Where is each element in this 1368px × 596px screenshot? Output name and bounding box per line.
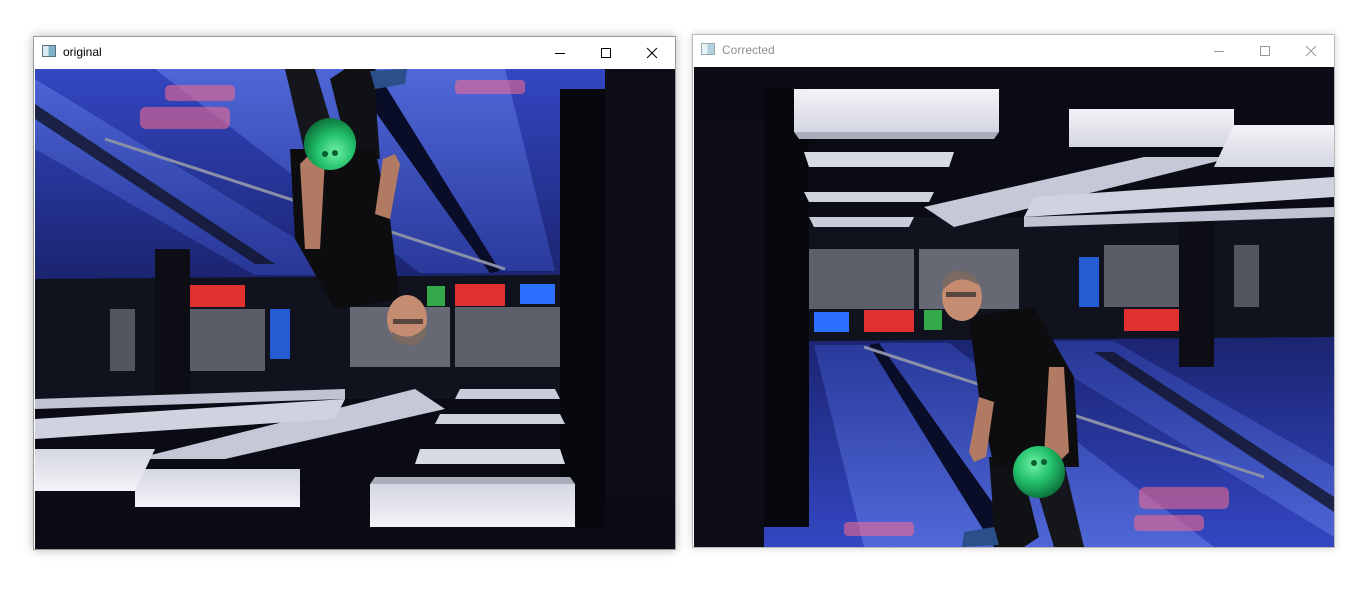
app-icon [42, 45, 56, 57]
minimize-icon [1214, 50, 1224, 52]
maximize-button[interactable] [1242, 35, 1288, 66]
close-button[interactable] [629, 37, 675, 68]
image-canvas [694, 67, 1334, 547]
minimize-button[interactable] [537, 37, 583, 68]
maximize-button[interactable] [583, 37, 629, 68]
app-icon [701, 43, 715, 55]
maximize-icon [1260, 45, 1270, 56]
window-title: Corrected [722, 43, 775, 57]
window-corrected[interactable]: Corrected [692, 34, 1335, 548]
minimize-icon [555, 52, 565, 54]
bowling-photo-upside-down [35, 69, 675, 549]
image-canvas [35, 69, 675, 549]
close-button[interactable] [1288, 35, 1334, 66]
titlebar[interactable]: Corrected [693, 35, 1334, 66]
window-title: original [63, 45, 102, 59]
titlebar[interactable]: original [34, 37, 675, 68]
close-icon [1305, 45, 1317, 56]
window-original[interactable]: original [33, 36, 676, 550]
bowling-photo-upright [694, 67, 1334, 547]
maximize-icon [601, 47, 611, 58]
close-icon [646, 47, 658, 58]
minimize-button[interactable] [1196, 35, 1242, 66]
